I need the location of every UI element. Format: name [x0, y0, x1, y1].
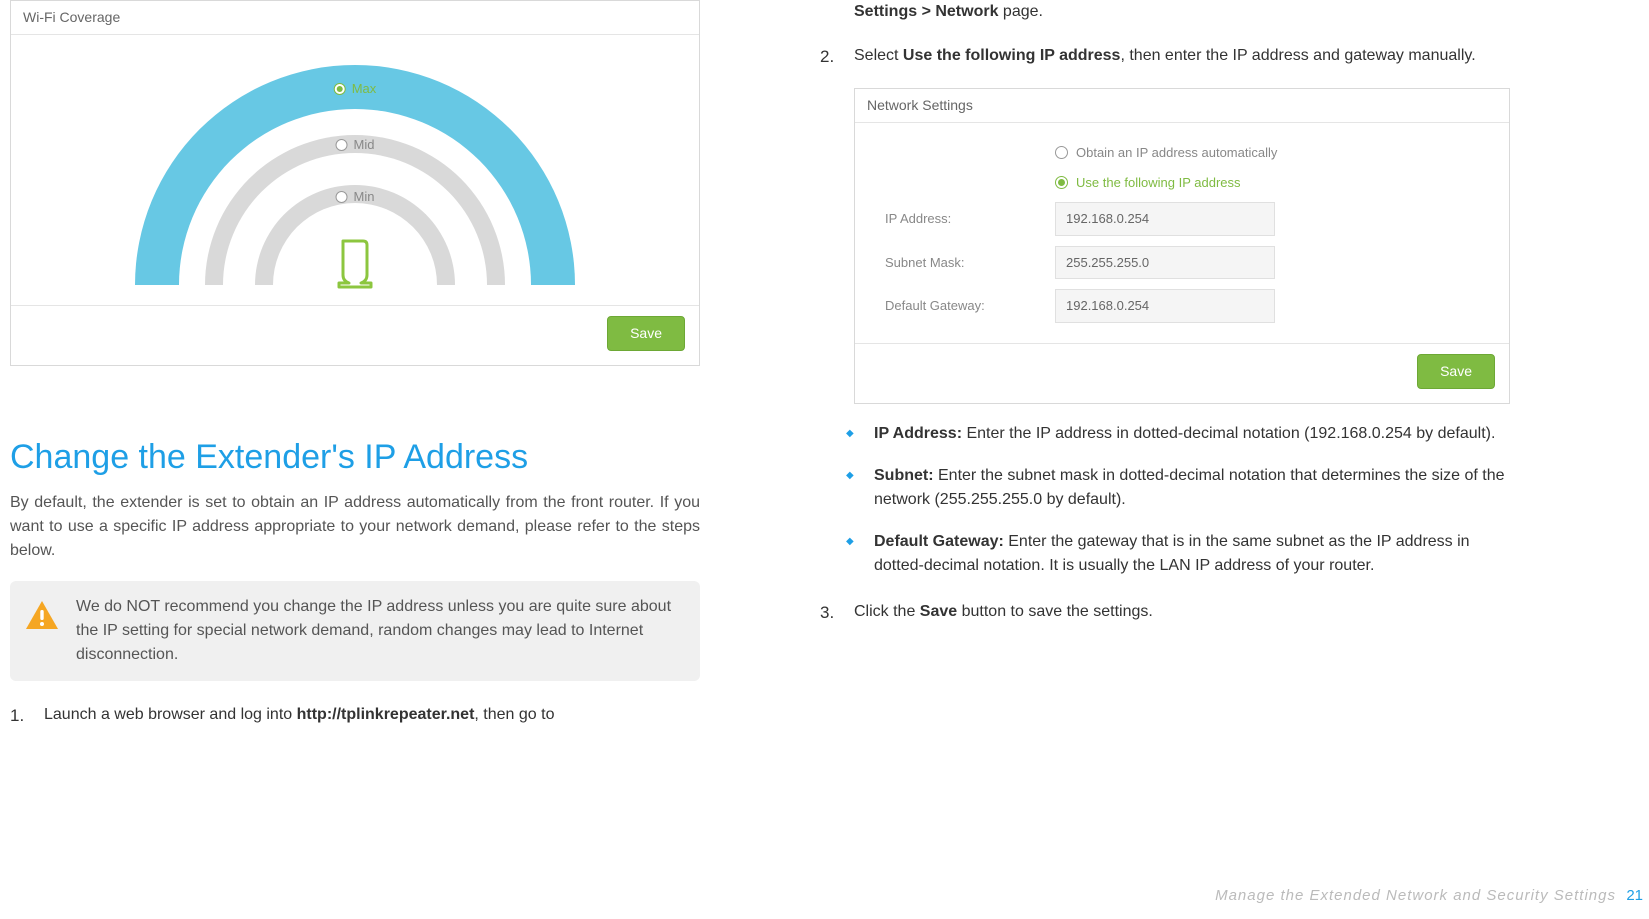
field-label: Default Gateway: — [885, 296, 1055, 316]
radio-icon — [1055, 176, 1068, 189]
warning-icon — [24, 599, 60, 639]
field-label: IP Address: — [885, 209, 1055, 229]
wifi-save-button[interactable]: Save — [607, 316, 685, 351]
bullet-label: IP Address: — [874, 425, 962, 442]
step-text: button to save the settings. — [957, 603, 1153, 620]
page-number: 21 — [1626, 887, 1643, 904]
radio-label: Use the following IP address — [1076, 173, 1241, 193]
step-text: page. — [998, 3, 1042, 20]
step-text: , then go to — [474, 706, 554, 723]
radio-obtain-auto[interactable]: Obtain an IP address automatically — [1055, 143, 1479, 163]
coverage-option-max[interactable]: Max — [334, 79, 377, 99]
step-text: Launch a web browser and log into — [44, 706, 297, 723]
step-1: Launch a web browser and log into http:/… — [10, 703, 700, 727]
field-label: Subnet Mask: — [885, 253, 1055, 273]
coverage-label: Mid — [354, 135, 375, 155]
coverage-label: Max — [352, 79, 377, 99]
coverage-label: Min — [354, 187, 375, 207]
bullet-text: Enter the subnet mask in dotted-decimal … — [874, 467, 1505, 508]
page-footer: Manage the Extended Network and Security… — [1215, 885, 1643, 908]
default-gateway-input[interactable]: 192.168.0.254 — [1055, 289, 1275, 323]
radio-icon — [336, 139, 348, 151]
step-3: Click the Save button to save the settin… — [820, 600, 1510, 624]
footer-text: Manage the Extended Network and Security… — [1215, 887, 1616, 904]
bullet-subnet: Subnet: Enter the subnet mask in dotted-… — [846, 464, 1510, 512]
step-text: Select — [854, 47, 903, 64]
wifi-coverage-panel: Wi-Fi Coverage Max Mid — [10, 0, 700, 366]
bullet-label: Subnet: — [874, 467, 934, 484]
section-intro: By default, the extender is set to obtai… — [10, 491, 700, 563]
network-save-button[interactable]: Save — [1417, 354, 1495, 389]
subnet-mask-input[interactable]: 255.255.255.0 — [1055, 246, 1275, 280]
extender-device-icon — [333, 235, 377, 297]
coverage-option-min[interactable]: Min — [336, 187, 375, 207]
radio-icon — [334, 83, 346, 95]
radio-use-following[interactable]: Use the following IP address — [1055, 173, 1479, 193]
radio-icon — [336, 191, 348, 203]
warning-box: We do NOT recommend you change the IP ad… — [10, 581, 700, 681]
step-text: , then enter the IP address and gateway … — [1120, 47, 1475, 64]
default-gateway-row: Default Gateway: 192.168.0.254 — [885, 289, 1479, 323]
step-bold: Use the following IP address — [903, 47, 1121, 64]
section-heading: Change the Extender's IP Address — [10, 436, 700, 479]
step-2: Select Use the following IP address, the… — [820, 44, 1510, 68]
step-text: Click the — [854, 603, 920, 620]
coverage-option-mid[interactable]: Mid — [336, 135, 375, 155]
bullet-ip-address: IP Address: Enter the IP address in dott… — [846, 422, 1510, 446]
radio-icon — [1055, 146, 1068, 159]
bullet-default-gateway: Default Gateway: Enter the gateway that … — [846, 530, 1510, 578]
ip-address-row: IP Address: 192.168.0.254 — [885, 202, 1479, 236]
network-settings-panel: Network Settings Obtain an IP address au… — [854, 88, 1510, 404]
wifi-panel-title: Wi-Fi Coverage — [11, 1, 699, 35]
network-panel-title: Network Settings — [855, 89, 1509, 123]
step-bold: Save — [920, 603, 957, 620]
radio-label: Obtain an IP address automatically — [1076, 143, 1277, 163]
step-1-continued: Settings > Network page. — [854, 0, 1510, 24]
step-bold: Settings > Network — [854, 3, 998, 20]
ip-address-input[interactable]: 192.168.0.254 — [1055, 202, 1275, 236]
bullet-text: Enter the IP address in dotted-decimal n… — [962, 425, 1495, 442]
warning-text: We do NOT recommend you change the IP ad… — [76, 595, 682, 667]
step-url: http://tplinkrepeater.net — [297, 706, 475, 723]
subnet-mask-row: Subnet Mask: 255.255.255.0 — [885, 246, 1479, 280]
bullet-label: Default Gateway: — [874, 533, 1004, 550]
wifi-coverage-body: Max Mid Min — [11, 35, 699, 305]
